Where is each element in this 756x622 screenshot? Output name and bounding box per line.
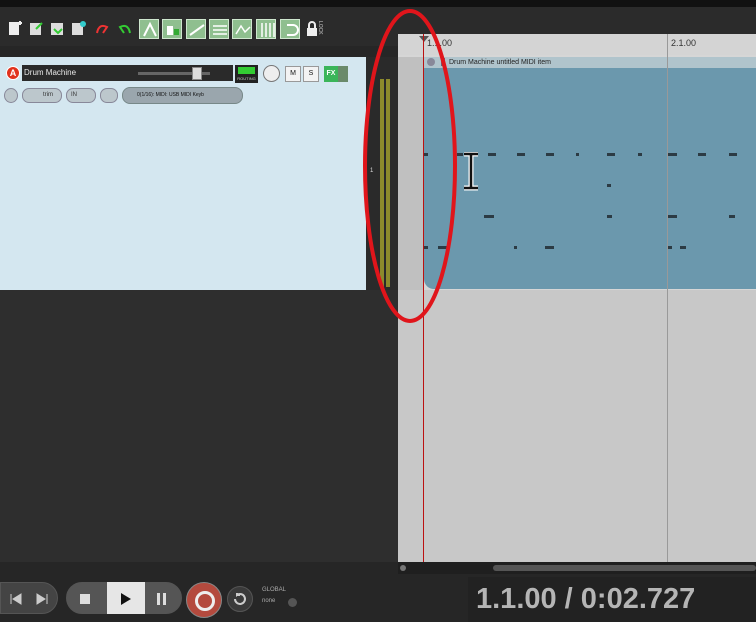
pause-icon[interactable]	[155, 592, 169, 606]
input-source-select[interactable]: 0(1/16): MIDI: USB MIDI Keyb	[122, 87, 243, 104]
new-project-icon[interactable]	[5, 19, 25, 39]
automation-mode-button[interactable]: trim	[22, 88, 62, 103]
ripple-edit-icon[interactable]	[186, 19, 206, 39]
midi-note	[668, 215, 677, 218]
midi-note	[484, 215, 494, 218]
midi-note	[638, 153, 642, 156]
record-arm-button[interactable]: A	[6, 66, 20, 80]
pan-knob[interactable]	[263, 65, 280, 82]
lock-label: LOCK	[317, 21, 323, 35]
midi-note	[729, 153, 737, 156]
global-automation-label: GLOBAL	[262, 587, 287, 593]
midi-note	[729, 215, 735, 218]
midi-note	[607, 184, 611, 187]
midi-note	[488, 153, 496, 156]
solo-button[interactable]: S	[303, 66, 319, 82]
volume-slider-handle[interactable]	[192, 67, 202, 80]
horizontal-scrollbar-thumb[interactable]	[493, 565, 756, 571]
global-dropdown-icon[interactable]	[288, 598, 297, 607]
phase-icon[interactable]	[4, 88, 18, 103]
midi-note	[668, 246, 672, 249]
open-project-icon[interactable]	[26, 19, 46, 39]
metronome-icon[interactable]	[139, 19, 159, 39]
go-to-start-icon[interactable]	[9, 593, 23, 605]
redo-icon[interactable]	[115, 19, 135, 39]
annotation-ellipse	[363, 9, 457, 323]
transport-nav-group	[0, 582, 58, 614]
bar-grid-line	[667, 34, 668, 562]
midi-note	[668, 153, 677, 156]
automation-mode-label: trim	[43, 92, 53, 98]
grid-icon[interactable]	[209, 19, 229, 39]
snap-icon[interactable]	[162, 19, 182, 39]
repeat-button[interactable]	[227, 586, 253, 612]
midi-item-header[interactable]: Drum Machine untitled MIDI item	[424, 57, 756, 68]
time-display[interactable]: 1.1.00 / 0:02.727	[468, 577, 756, 622]
routing-button[interactable]: ROUTING	[235, 65, 258, 83]
input-toggle-icon[interactable]	[100, 88, 118, 103]
envelope-icon[interactable]	[232, 19, 252, 39]
mute-button[interactable]: M	[285, 66, 301, 82]
midi-note	[514, 246, 517, 249]
transport-play-group	[66, 582, 182, 614]
midi-note	[546, 153, 554, 156]
fx-bypass-button[interactable]	[338, 66, 348, 82]
routing-label: ROUTING	[237, 76, 256, 81]
midi-note	[517, 153, 525, 156]
repeat-icon	[234, 593, 246, 605]
midi-note	[698, 153, 706, 156]
ruler-label-bar-2: 2.1.00	[671, 38, 697, 48]
midi-note	[680, 246, 686, 249]
midi-note	[607, 153, 615, 156]
midi-note	[545, 246, 554, 249]
midi-note	[576, 153, 579, 156]
text-cursor-icon	[464, 152, 478, 191]
input-label: IN	[71, 92, 77, 98]
go-to-end-icon[interactable]	[35, 593, 49, 605]
stop-icon[interactable]	[79, 593, 91, 605]
global-automation-select[interactable]: none	[262, 598, 275, 604]
midi-note	[607, 215, 612, 218]
record-button[interactable]	[186, 582, 222, 618]
save-project-icon[interactable]	[47, 19, 67, 39]
input-monitor-button[interactable]: IN	[66, 88, 96, 103]
track-panel-empty-area[interactable]	[0, 290, 398, 562]
scroll-zoom-icon[interactable]	[400, 565, 406, 571]
project-settings-icon[interactable]	[68, 19, 88, 39]
midi-item-name: Drum Machine untitled MIDI item	[449, 59, 551, 66]
mixer-icon[interactable]	[256, 19, 276, 39]
loop-icon[interactable]	[280, 19, 300, 39]
undo-icon[interactable]	[92, 19, 112, 39]
play-icon[interactable]	[119, 592, 133, 606]
fx-button[interactable]: FX	[324, 66, 338, 82]
